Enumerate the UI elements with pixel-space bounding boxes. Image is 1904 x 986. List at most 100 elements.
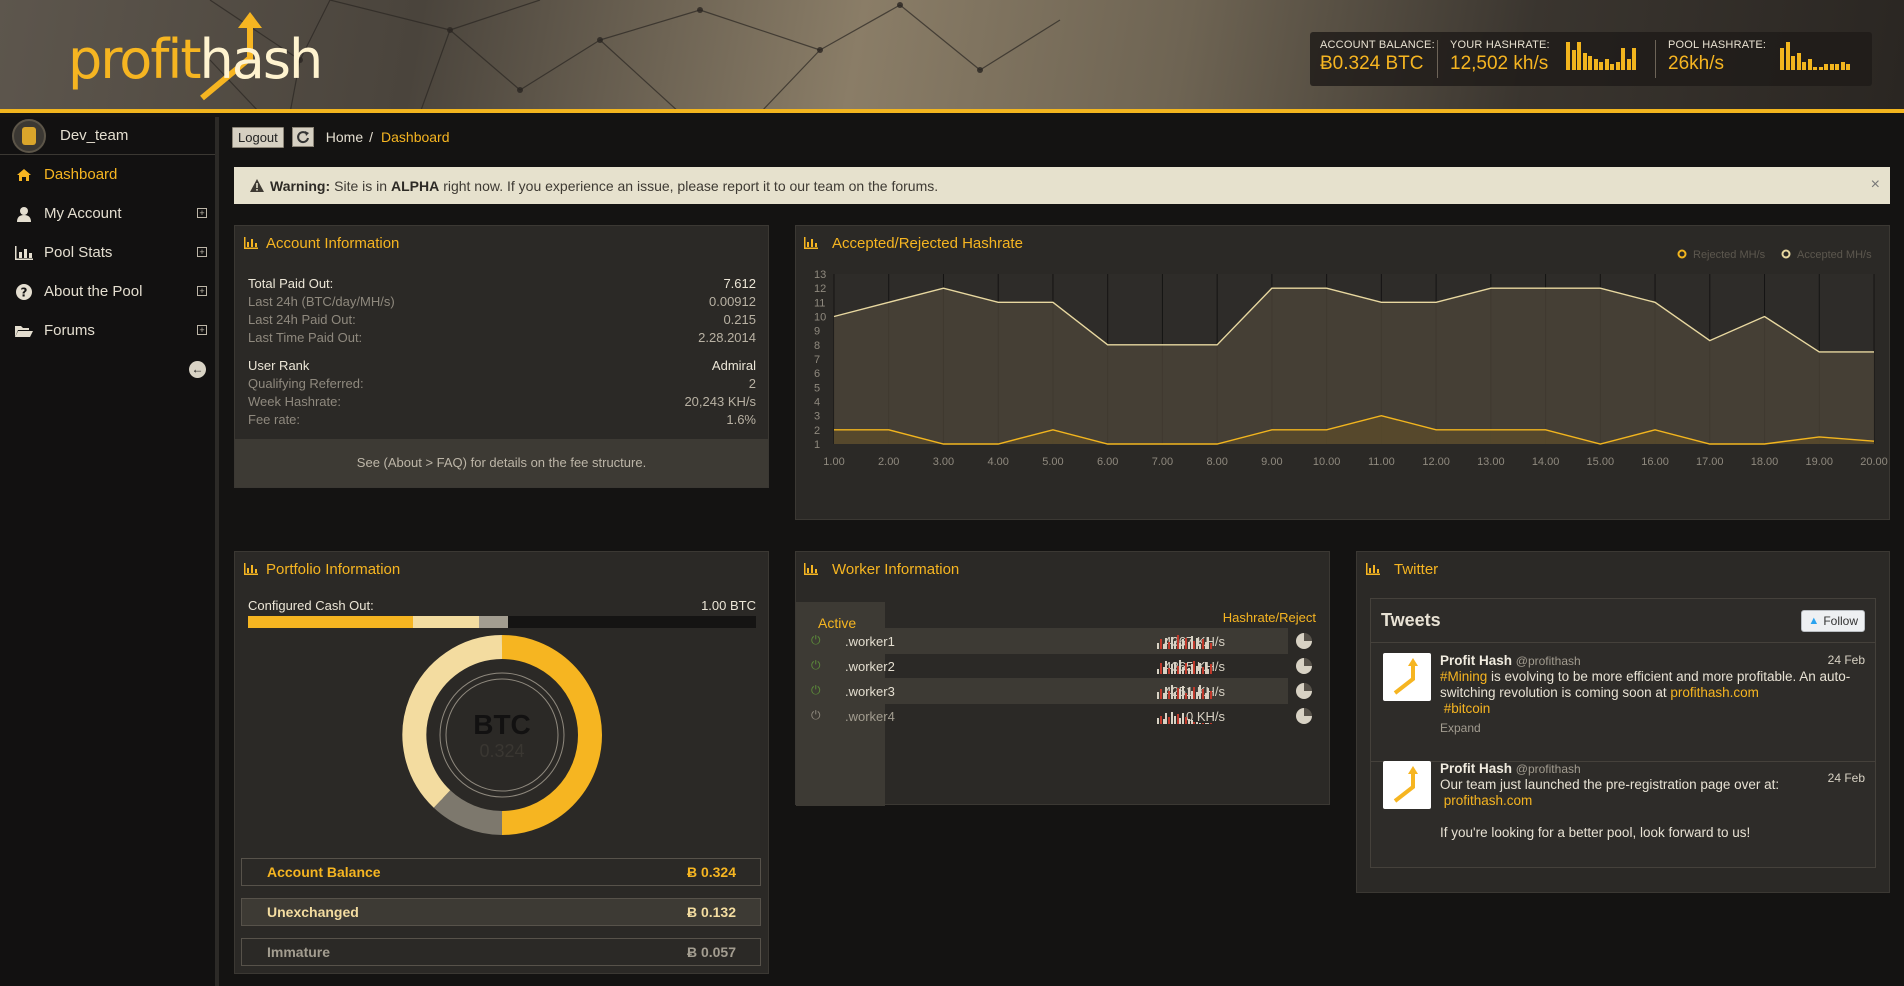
power-icon[interactable]: ⏻ (811, 658, 821, 673)
warning-icon (250, 179, 264, 192)
sparkline-bar (1196, 721, 1199, 724)
tweet-avatar[interactable] (1383, 653, 1431, 701)
sidebar-item-my-account[interactable]: My Account + (0, 194, 215, 233)
tweet-text-2: If you're looking for a better pool, loo… (1440, 825, 1751, 840)
sparkline-bar (1190, 720, 1193, 724)
worker-row[interactable]: .worker1 4367 KH/s (840, 628, 1288, 654)
sparkline-bar (1196, 691, 1199, 699)
your-hashrate-label: YOUR HASHRATE: (1450, 39, 1550, 51)
reject-pie-icon (1296, 683, 1312, 699)
bar-chart-icon (1366, 563, 1380, 575)
sparkline-bar (1157, 718, 1159, 724)
x-tick-label: 20.00 (1860, 456, 1888, 468)
sparkline-bar (1571, 50, 1576, 70)
sparkline-bar (1193, 721, 1196, 724)
y-tick-label: 13 (814, 269, 826, 281)
sparkline-bar (1165, 638, 1168, 649)
follow-button[interactable]: ▲ Follow (1801, 609, 1865, 632)
tweet-link[interactable]: profithash.com (1670, 685, 1759, 700)
panel-header: Worker Information (796, 552, 1329, 586)
power-icon[interactable]: ⏻ (811, 633, 821, 648)
sparkline-bar (1207, 688, 1210, 699)
sidebar-item-label: Forums (44, 322, 95, 339)
logout-button[interactable]: Logout (232, 126, 284, 148)
sidebar-item-about[interactable]: ? About the Pool + (0, 272, 215, 311)
warning-text-after: right now. If you experience an issue, p… (443, 177, 939, 194)
account-info-value: 0.00912 (709, 293, 756, 309)
tweets-widget: Tweets ▲ Follow Profit Hash @profithash #… (1370, 598, 1876, 868)
unexchanged-value: Ƀ 0.132 (686, 904, 736, 920)
power-icon[interactable]: ⏻ (811, 708, 821, 723)
y-tick-label: 8 (814, 340, 820, 352)
fee-structure-note[interactable]: See (About > FAQ) for details on the fee… (235, 439, 768, 487)
tweet-author[interactable]: Profit Hash (1440, 761, 1512, 776)
worker-sparkline (1157, 683, 1213, 699)
sidebar-item-forums[interactable]: Forums + (0, 311, 215, 350)
sparkline-bar (1204, 693, 1207, 699)
sparkline-bar (1182, 685, 1185, 699)
folder-open-icon (14, 322, 34, 340)
breadcrumb-home[interactable]: Home (326, 129, 363, 145)
tweet-date[interactable]: 24 Feb (1828, 771, 1865, 785)
hashtag-link[interactable]: #Mining (1440, 669, 1487, 684)
sidebar-item-dashboard[interactable]: Dashboard (0, 155, 215, 194)
worker-row[interactable]: .worker4 0 KH/s (840, 703, 1288, 729)
tweet-handle[interactable]: @profithash (1516, 762, 1581, 776)
tweet-link[interactable]: profithash.com (1444, 793, 1533, 808)
refresh-button[interactable] (291, 127, 314, 147)
worker-row[interactable]: .worker24365 KH/s (840, 653, 1288, 679)
account-info-value: 7.612 (723, 275, 756, 291)
hashrate-chart-panel: Accepted/Rejected Hashrate 1 2 3 4 5 6 7 8 9 10 11… (795, 225, 1890, 520)
expand-icon[interactable]: + (197, 247, 207, 257)
warning-label: Warning: (270, 177, 331, 194)
tweet-avatar[interactable] (1383, 761, 1431, 809)
sparkline-bar (1176, 688, 1179, 699)
expand-icon[interactable]: + (197, 325, 207, 335)
user-profile[interactable]: Dev_team (0, 117, 215, 155)
account-info-value: 0.215 (723, 311, 756, 327)
sparkline-bar (1621, 47, 1625, 70)
sparkline-bar (1785, 42, 1790, 70)
account-balance-stat: ACCOUNT BALANCE: Ƀ0.324 BTC (1320, 39, 1435, 75)
sparkline-bar (1185, 716, 1187, 724)
sparkline-bar (1179, 718, 1182, 724)
sparkline-bar (1165, 660, 1168, 674)
account-info-value: Admiral (711, 357, 756, 373)
immature-row: Immature Ƀ 0.057 (241, 938, 761, 966)
expand-icon[interactable]: + (197, 286, 207, 296)
power-icon[interactable]: ⏻ (811, 683, 821, 698)
header-stats: ACCOUNT BALANCE: Ƀ0.324 BTC YOUR HASHRAT… (1310, 32, 1872, 86)
account-info-row: Last Time Paid Out: 2.28.2014 (248, 328, 756, 346)
sparkline-bar (1210, 643, 1213, 649)
legend-label-accepted: Accepted MH/s (1797, 249, 1872, 261)
sidebar-item-label: Dashboard (44, 166, 118, 183)
close-icon[interactable]: × (1871, 176, 1880, 194)
collapse-sidebar-icon[interactable]: ← (189, 361, 206, 378)
logo[interactable]: profithash (68, 28, 323, 91)
tweet-expand-link[interactable]: Expand (1440, 720, 1862, 736)
account-info-key: Last Time Paid Out: (248, 329, 363, 345)
tweet-date[interactable]: 24 Feb (1828, 653, 1865, 667)
sparkline-bar (1210, 664, 1213, 674)
sparkline-bar (1187, 688, 1190, 699)
hashtag-link[interactable]: #bitcoin (1444, 701, 1491, 716)
worker-row[interactable]: .worker34251 KH/s (840, 678, 1288, 704)
sparkline-bar (1187, 719, 1190, 724)
reject-pie-icon (1296, 658, 1312, 674)
pool-hashrate-value: 26kh/s (1668, 53, 1724, 74)
sparkline-bar (1846, 64, 1850, 70)
x-tick-label: 17.00 (1696, 456, 1724, 468)
tweet-handle[interactable]: @profithash (1516, 654, 1581, 668)
user-name: Dev_team (60, 127, 129, 144)
sidebar-item-label: Pool Stats (44, 244, 113, 261)
tweet-author[interactable]: Profit Hash (1440, 653, 1512, 668)
sparkline-bar (1173, 640, 1176, 649)
sparkline-bar (1199, 663, 1201, 674)
x-tick-label: 16.00 (1641, 456, 1669, 468)
expand-icon[interactable]: + (197, 208, 207, 218)
x-tick-label: 15.00 (1587, 456, 1615, 468)
y-tick-label: 9 (814, 326, 820, 338)
sparkline-bar (1796, 53, 1801, 70)
alpha-warning-alert: Warning: Site is in ALPHA right now. If y… (234, 167, 1890, 204)
sidebar-item-pool-stats[interactable]: Pool Stats + (0, 233, 215, 272)
